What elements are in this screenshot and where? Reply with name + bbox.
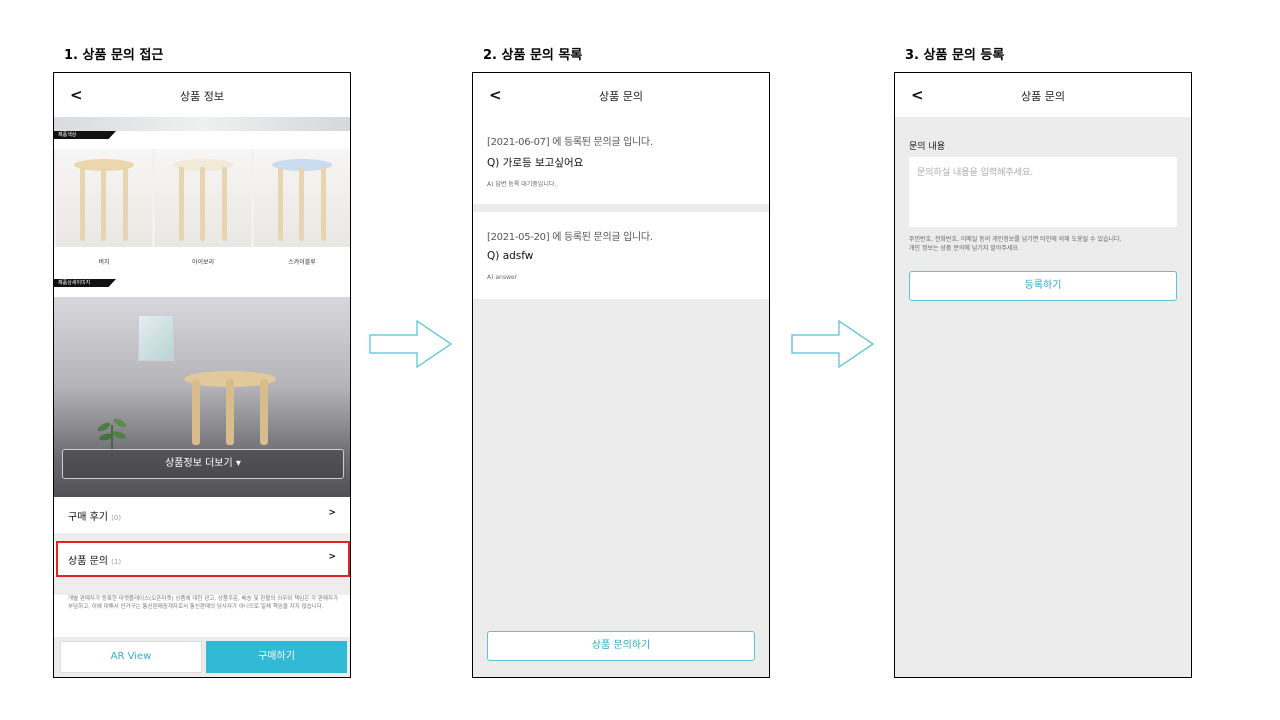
- color-options: [54, 149, 350, 247]
- inquiry-question: Q) 가로등 보고싶어요: [487, 157, 584, 169]
- highlight-box: [56, 541, 350, 577]
- inquiry-form: 문의 내용 주민번호, 전화번호, 이메일 등의 개인정보를 남기면 타인에 의…: [895, 117, 1191, 677]
- header-title: 상품 문의: [599, 90, 643, 103]
- privacy-notice-line: 주민번호, 전화번호, 이메일 등의 개인정보를 남기면 타인에 의해 도용될 …: [909, 236, 1122, 243]
- inquiry-date: [2021-06-07] 에 등록된 문의글 입니다.: [487, 137, 653, 148]
- chevron-right-icon: >: [328, 508, 336, 518]
- submit-button[interactable]: 등록하기: [909, 271, 1177, 301]
- plant-icon: [97, 418, 127, 451]
- inquiry-list: [2021-06-07] 에 등록된 문의글 입니다. Q) 가로등 보고싶어요…: [473, 117, 769, 677]
- write-inquiry-button[interactable]: 상품 문의하기: [487, 631, 755, 661]
- header-title: 상품 정보: [180, 90, 224, 103]
- inquiry-question: Q) adsfw: [487, 250, 534, 262]
- reviews-row[interactable]: 구매 후기 (0) >: [54, 497, 350, 533]
- header-title: 상품 문의: [1021, 90, 1065, 103]
- bottom-action-bar: AR View 구매하기: [54, 637, 350, 677]
- step-3-title: 3. 상품 문의 등록: [905, 48, 1005, 63]
- step-1-title: 1. 상품 문의 접근: [64, 48, 164, 63]
- color-section-tag: 제품색상: [54, 131, 116, 139]
- header: < 상품 문의: [895, 73, 1191, 117]
- reviews-count: (0): [111, 514, 122, 522]
- inquiry-content-input[interactable]: [909, 157, 1177, 227]
- stool-image: [74, 159, 134, 241]
- wall-poster: [138, 315, 174, 361]
- privacy-notice: 주민번호, 전화번호, 이메일 등의 개인정보를 남기면 타인에 의해 도용될 …: [909, 235, 1179, 253]
- inquiry-answer: A) 답변 등록 대기중입니다.: [487, 181, 557, 188]
- color-card-ivory[interactable]: [155, 149, 251, 247]
- color-label: 아이보리: [191, 259, 215, 266]
- screen-inquiry-list: < 상품 문의 [2021-06-07] 에 등록된 문의글 입니다. Q) 가…: [472, 72, 770, 678]
- inquiry-content-label: 문의 내용: [909, 142, 945, 152]
- buy-button[interactable]: 구매하기: [206, 641, 347, 673]
- step-2-title: 2. 상품 문의 목록: [483, 48, 583, 63]
- color-card-skyblue[interactable]: [254, 149, 350, 247]
- list-item[interactable]: [2021-06-07] 에 등록된 문의글 입니다. Q) 가로등 보고싶어요…: [473, 117, 769, 204]
- detail-section-tag: 제품상세이미지: [54, 279, 116, 287]
- inquiry-date: [2021-05-20] 에 등록된 문의글 입니다.: [487, 232, 653, 243]
- header: < 상품 문의: [473, 73, 769, 117]
- color-label: 스카이블루: [288, 259, 316, 266]
- color-label: 버치: [98, 259, 110, 266]
- product-detail-image: 상품정보 더보기 ▾: [54, 297, 350, 497]
- screen-product-info: < 상품 정보 제품색상 버치 아이보리 스카이블루 제품상세이미지 상품정보 …: [53, 72, 351, 678]
- arrow-right-icon: [369, 320, 453, 368]
- stool-image: [272, 159, 332, 241]
- more-info-button[interactable]: 상품정보 더보기 ▾: [62, 449, 344, 479]
- stool-image: [173, 159, 233, 241]
- product-banner-image: [54, 117, 350, 131]
- header: < 상품 정보: [54, 73, 350, 117]
- privacy-notice-line: 개인 정보는 상품 문의에 남기지 말아주세요.: [909, 245, 1020, 252]
- arrow-right-icon: [791, 320, 875, 368]
- list-item[interactable]: [2021-05-20] 에 등록된 문의글 입니다. Q) adsfw A) …: [473, 212, 769, 299]
- screen-inquiry-register: < 상품 문의 문의 내용 주민번호, 전화번호, 이메일 등의 개인정보를 남…: [894, 72, 1192, 678]
- color-card-birch[interactable]: [56, 149, 152, 247]
- disclaimer-text: 개별 판매자가 등록한 마켓플레이스(오픈마켓) 상품에 대한 광고, 상품주문…: [68, 596, 339, 610]
- reviews-label: 구매 후기: [68, 512, 108, 523]
- inquiry-answer: A) answer: [487, 274, 518, 281]
- ar-view-button[interactable]: AR View: [60, 641, 202, 673]
